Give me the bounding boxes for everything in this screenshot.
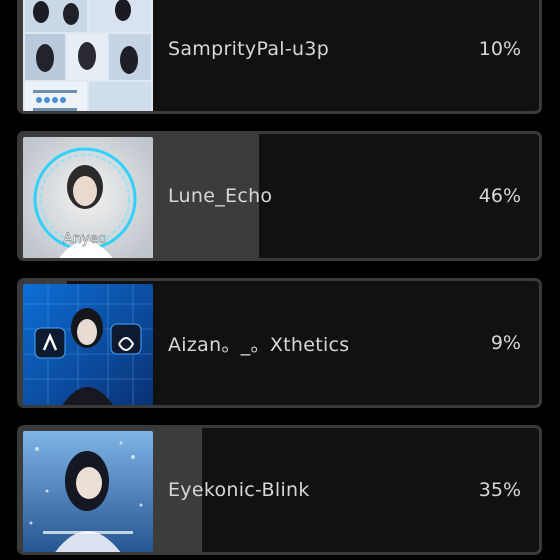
option-percent: 10% [478,38,521,60]
option-thumbnail [23,284,153,405]
portrait-blue-image [23,431,153,552]
option-percent: 9% [490,332,521,354]
poll-option-1[interactable]: SamprityPal-u3p 10% [17,0,542,114]
option-percent: 35% [478,479,521,501]
option-name: Eyekonic-Blink [168,479,310,501]
option-percent: 46% [478,185,521,207]
portrait-ring-image: Anyeo [23,137,153,258]
poll-option-4[interactable]: Eyekonic-Blink 35% [17,425,542,555]
thumb-caption: Anyeo [63,231,107,247]
option-thumbnail [23,0,153,111]
option-thumbnail [23,431,153,552]
poll-option-3[interactable]: Aizan。_。Xthetics 9% [17,278,542,408]
option-thumbnail: Anyeo [23,137,153,258]
option-name: SamprityPal-u3p [168,38,330,60]
collage-image [23,0,153,111]
portrait-app-icons-image [23,284,153,405]
poll-option-2[interactable]: Anyeo Lune_Echo 46% [17,131,542,261]
option-name: Lune_Echo [168,185,273,207]
option-name: Aizan。_。Xthetics [168,333,350,356]
